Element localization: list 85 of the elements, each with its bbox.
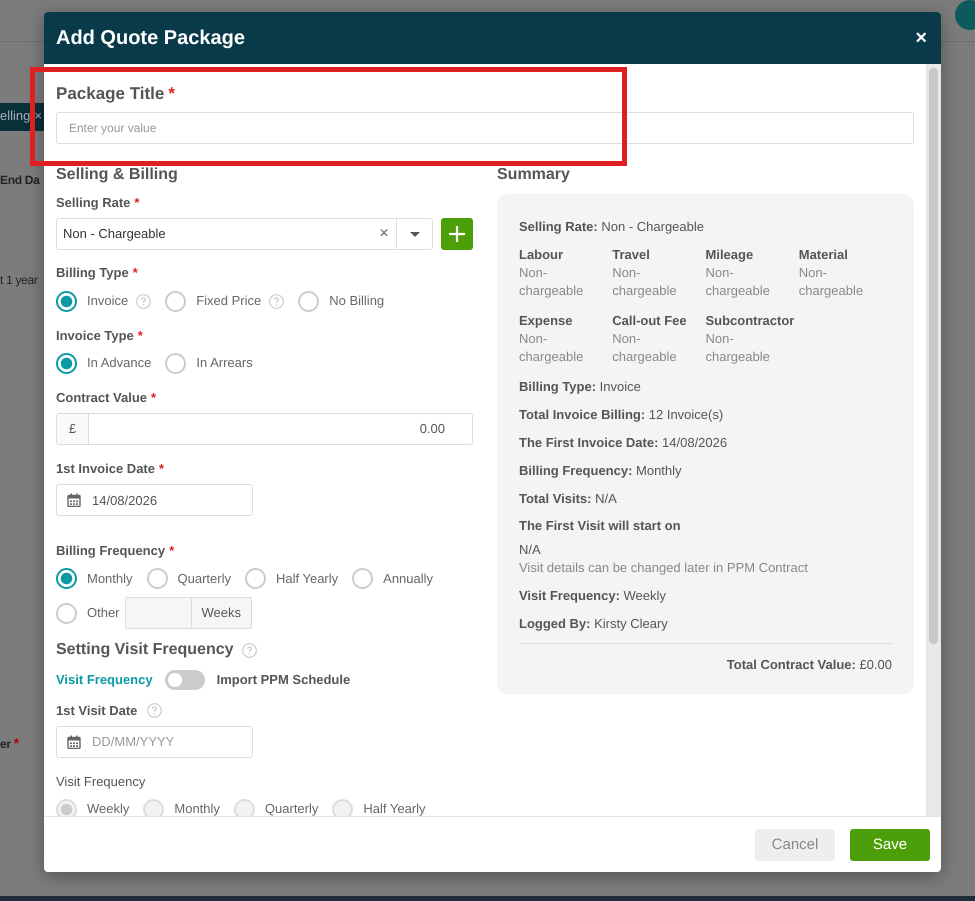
rate-label: Expense <box>519 312 574 330</box>
rate-label: Call-out Fee <box>612 312 688 330</box>
rate-value: Non-chargeable <box>612 330 678 366</box>
dialog-title: Add Quote Package <box>56 26 245 51</box>
summary-line: Logged By: Kirsty Cleary <box>519 615 669 634</box>
section-heading: Selling & Billing <box>56 164 179 185</box>
field-label: Visit Frequency <box>56 772 146 791</box>
cancel-button[interactable]: Cancel <box>755 828 835 860</box>
rate-value: Non-chargeable <box>798 264 864 300</box>
scrollbar[interactable] <box>926 64 941 816</box>
field-label: Billing Type <box>56 264 129 282</box>
amount-field[interactable]: £ 0.00 <box>56 412 473 445</box>
summary-line: Total Invoice Billing: 12 Invoice(s) <box>519 406 724 424</box>
field-label: 1st Visit Date <box>56 702 138 720</box>
background-text: er <box>0 737 11 751</box>
radio-option[interactable]: In Arrears <box>165 352 253 374</box>
date-field[interactable]: DD/MM/YYYY <box>56 726 253 758</box>
summary-line: Billing Frequency: Monthly <box>519 462 683 480</box>
close-button[interactable]: × <box>913 28 929 48</box>
section-heading: Summary <box>497 164 571 185</box>
required-mark: * <box>151 388 156 407</box>
radio-option[interactable]: Invoice <box>56 290 128 312</box>
field-label: Contract Value <box>56 388 148 407</box>
mode-label[interactable]: Visit Frequency <box>56 670 153 689</box>
summary-note: Visit details can be changed later in PPM Contract <box>519 559 809 578</box>
toggle-switch[interactable] <box>164 670 205 690</box>
rate-label: Labour <box>519 246 564 264</box>
required-mark: * <box>138 326 143 345</box>
section-heading: Setting Visit Frequency <box>56 640 234 660</box>
frequency-input[interactable] <box>126 598 192 628</box>
rate-value: Non-chargeable <box>519 330 584 366</box>
calendar-icon <box>67 493 81 508</box>
radio-option[interactable]: No Billing <box>298 290 384 312</box>
radio-option[interactable]: Other <box>56 602 120 624</box>
save-button[interactable]: Save <box>850 828 930 860</box>
required-mark: * <box>169 542 174 560</box>
radio-option[interactable]: Monthly <box>56 568 133 590</box>
radio-option: Monthly <box>143 799 220 816</box>
radio-option: Half Yearly <box>332 799 426 816</box>
field-label: Invoice Type <box>56 326 134 345</box>
field-label: Package Title <box>56 83 164 105</box>
summary-line: Visit Frequency: Weekly <box>519 587 667 606</box>
tag-remove[interactable]: × <box>34 107 42 131</box>
title-input[interactable]: Enter your value <box>56 112 914 144</box>
tag-label: elling <box>0 107 30 125</box>
date-field[interactable]: 14/08/2026 <box>56 484 253 516</box>
unit-label: Weeks <box>192 598 252 628</box>
rate-select[interactable]: Non - Chargeable × <box>56 218 433 250</box>
summary-line: Selling Rate: Non - Chargeable <box>519 218 705 236</box>
add-button[interactable] <box>441 218 473 250</box>
summary-line: Total Visits: N/A <box>519 490 618 508</box>
rate-value: Non-chargeable <box>706 330 771 366</box>
mode-label[interactable]: Import PPM Schedule <box>216 670 350 689</box>
summary-line: The First Invoice Date: 14/08/2026 <box>519 434 728 452</box>
rate-value: Non-chargeable <box>706 264 771 300</box>
summary-label: The First Visit will start on <box>519 517 682 536</box>
radio-option: Weekly <box>56 799 130 816</box>
required-mark: * <box>134 194 140 212</box>
required-mark: * <box>14 735 19 751</box>
rate-label: Subcontractor <box>706 312 796 330</box>
required-mark: * <box>168 83 175 105</box>
required-mark: * <box>159 460 164 478</box>
summary-line: Billing Type: Invoice <box>519 378 642 396</box>
rate-label: Travel <box>612 246 651 264</box>
background-text: t 1 year <box>0 273 38 287</box>
plus-icon <box>449 226 465 242</box>
radio-option: Quarterly <box>234 799 318 816</box>
radio-option[interactable]: Quarterly <box>146 568 231 590</box>
rate-value: Non-chargeable <box>612 264 678 300</box>
rate-value: Non-chargeable <box>519 264 584 300</box>
radio-option[interactable]: In Advance <box>56 352 152 374</box>
calendar-icon <box>67 734 81 749</box>
field-label: 1st Invoice Date <box>56 460 155 478</box>
total-value: Total Contract Value: £0.00 <box>726 657 892 672</box>
required-mark: * <box>132 264 138 282</box>
radio-option[interactable]: Fixed Price <box>165 290 262 312</box>
background-text: End Da <box>0 173 40 187</box>
field-label: Billing Frequency <box>56 542 166 560</box>
summary-value: N/A <box>519 541 542 560</box>
rate-label: Material <box>798 246 849 264</box>
rate-label: Mileage <box>706 246 754 264</box>
caret-icon <box>410 232 420 237</box>
radio-option[interactable]: Annually <box>352 568 434 590</box>
radio-option[interactable]: Half Yearly <box>245 568 338 590</box>
field-label: Selling Rate <box>56 194 130 212</box>
